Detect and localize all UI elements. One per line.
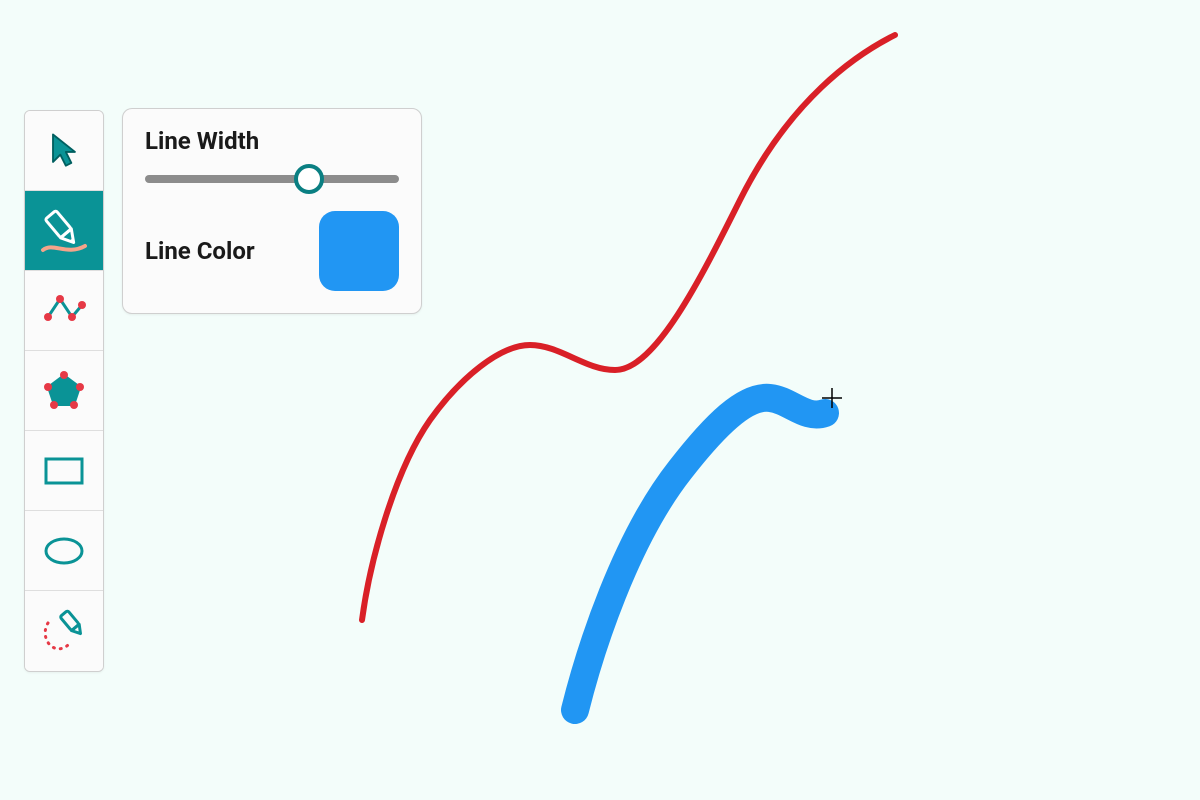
pointer-icon — [42, 129, 86, 173]
tool-ellipse[interactable] — [25, 511, 103, 591]
rectangle-icon — [40, 447, 88, 495]
slider-thumb[interactable] — [294, 164, 324, 194]
tool-pointer[interactable] — [25, 111, 103, 191]
line-color-label: Line Color — [145, 237, 255, 265]
tool-rectangle[interactable] — [25, 431, 103, 511]
line-width-slider[interactable] — [145, 161, 399, 197]
polyline-icon — [40, 287, 88, 335]
tool-polyline[interactable] — [25, 271, 103, 351]
polygon-icon — [40, 367, 88, 415]
line-color-swatch[interactable] — [319, 211, 399, 291]
tool-toolbar — [24, 110, 104, 672]
tool-options-panel: Line Width Line Color — [122, 108, 422, 314]
tool-freehand-shape[interactable] — [25, 591, 103, 671]
tool-pencil[interactable] — [25, 191, 103, 271]
stroke-blue — [575, 398, 825, 710]
ellipse-icon — [40, 527, 88, 575]
pencil-icon — [37, 204, 91, 258]
line-width-label: Line Width — [145, 127, 259, 155]
slider-track — [145, 175, 399, 183]
freehand-shape-icon — [38, 605, 90, 657]
tool-polygon[interactable] — [25, 351, 103, 431]
